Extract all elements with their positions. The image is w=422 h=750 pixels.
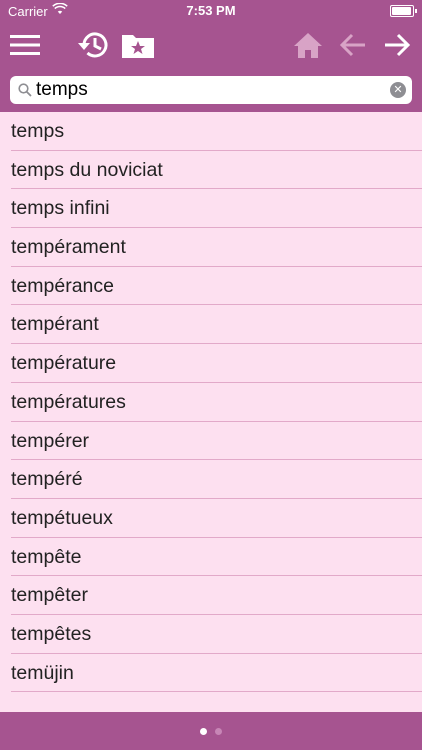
result-label: tempérament xyxy=(11,236,126,259)
result-row[interactable]: tempétueux xyxy=(0,499,422,538)
result-label: tempéré xyxy=(11,468,83,491)
result-label: temps du noviciat xyxy=(11,158,163,181)
history-icon xyxy=(78,32,108,58)
page-indicator xyxy=(0,712,422,750)
result-label: températures xyxy=(11,390,126,413)
clear-icon[interactable]: ✕ xyxy=(390,82,406,98)
result-label: temüjin xyxy=(11,661,74,684)
result-label: temps xyxy=(11,120,65,142)
search-box: ✕ xyxy=(10,76,412,104)
search-input[interactable] xyxy=(36,78,386,102)
result-row[interactable]: temps xyxy=(0,112,422,151)
battery-icon xyxy=(390,5,417,17)
forward-button[interactable] xyxy=(380,22,414,68)
result-label: tempêtes xyxy=(11,622,92,645)
result-label: tempête xyxy=(11,545,82,568)
result-label: tempérance xyxy=(11,274,114,297)
arrow-right-icon xyxy=(385,33,411,57)
result-row[interactable]: temps du noviciat xyxy=(0,151,422,190)
result-label: température xyxy=(11,352,117,375)
result-row[interactable]: tempérant xyxy=(0,305,422,344)
result-row[interactable]: tempête xyxy=(0,538,422,577)
results-list: temps temps du noviciat temps infini tempér… xyxy=(0,112,422,693)
result-label: temps infini xyxy=(11,197,110,220)
arrow-left-icon xyxy=(339,33,365,57)
favorites-folder-icon xyxy=(122,35,154,58)
menu-button[interactable] xyxy=(6,22,44,68)
result-row[interactable]: tempérament xyxy=(0,228,422,267)
result-row[interactable]: temüjin xyxy=(0,654,422,693)
page-dot[interactable] xyxy=(215,728,222,735)
page-dot-active[interactable] xyxy=(200,728,207,735)
result-row[interactable]: temps infini xyxy=(0,189,422,228)
search-icon xyxy=(18,83,32,97)
search-bar: ✕ xyxy=(0,68,422,112)
back-button[interactable] xyxy=(336,22,370,68)
status-bar: Carrier 7:53 PM xyxy=(0,0,422,22)
hamburger-menu-icon xyxy=(10,35,40,55)
result-row[interactable]: tempérance xyxy=(0,267,422,306)
result-row[interactable]: tempêter xyxy=(0,576,422,615)
result-row[interactable]: température xyxy=(0,344,422,383)
result-row[interactable]: tempéré xyxy=(0,460,422,499)
result-label: tempérer xyxy=(11,429,90,452)
result-row[interactable]: tempêtes xyxy=(0,615,422,654)
result-row[interactable]: températures xyxy=(0,383,422,422)
toolbar xyxy=(0,22,422,68)
home-button[interactable] xyxy=(290,22,326,68)
history-button[interactable] xyxy=(74,22,110,68)
home-icon xyxy=(294,33,322,58)
result-row[interactable]: tempérer xyxy=(0,422,422,461)
result-label: tempêter xyxy=(11,584,88,607)
result-label: tempérant xyxy=(11,313,99,336)
status-time: 7:53 PM xyxy=(186,3,236,18)
favorites-button[interactable] xyxy=(120,22,156,68)
result-label: tempétueux xyxy=(11,506,113,529)
